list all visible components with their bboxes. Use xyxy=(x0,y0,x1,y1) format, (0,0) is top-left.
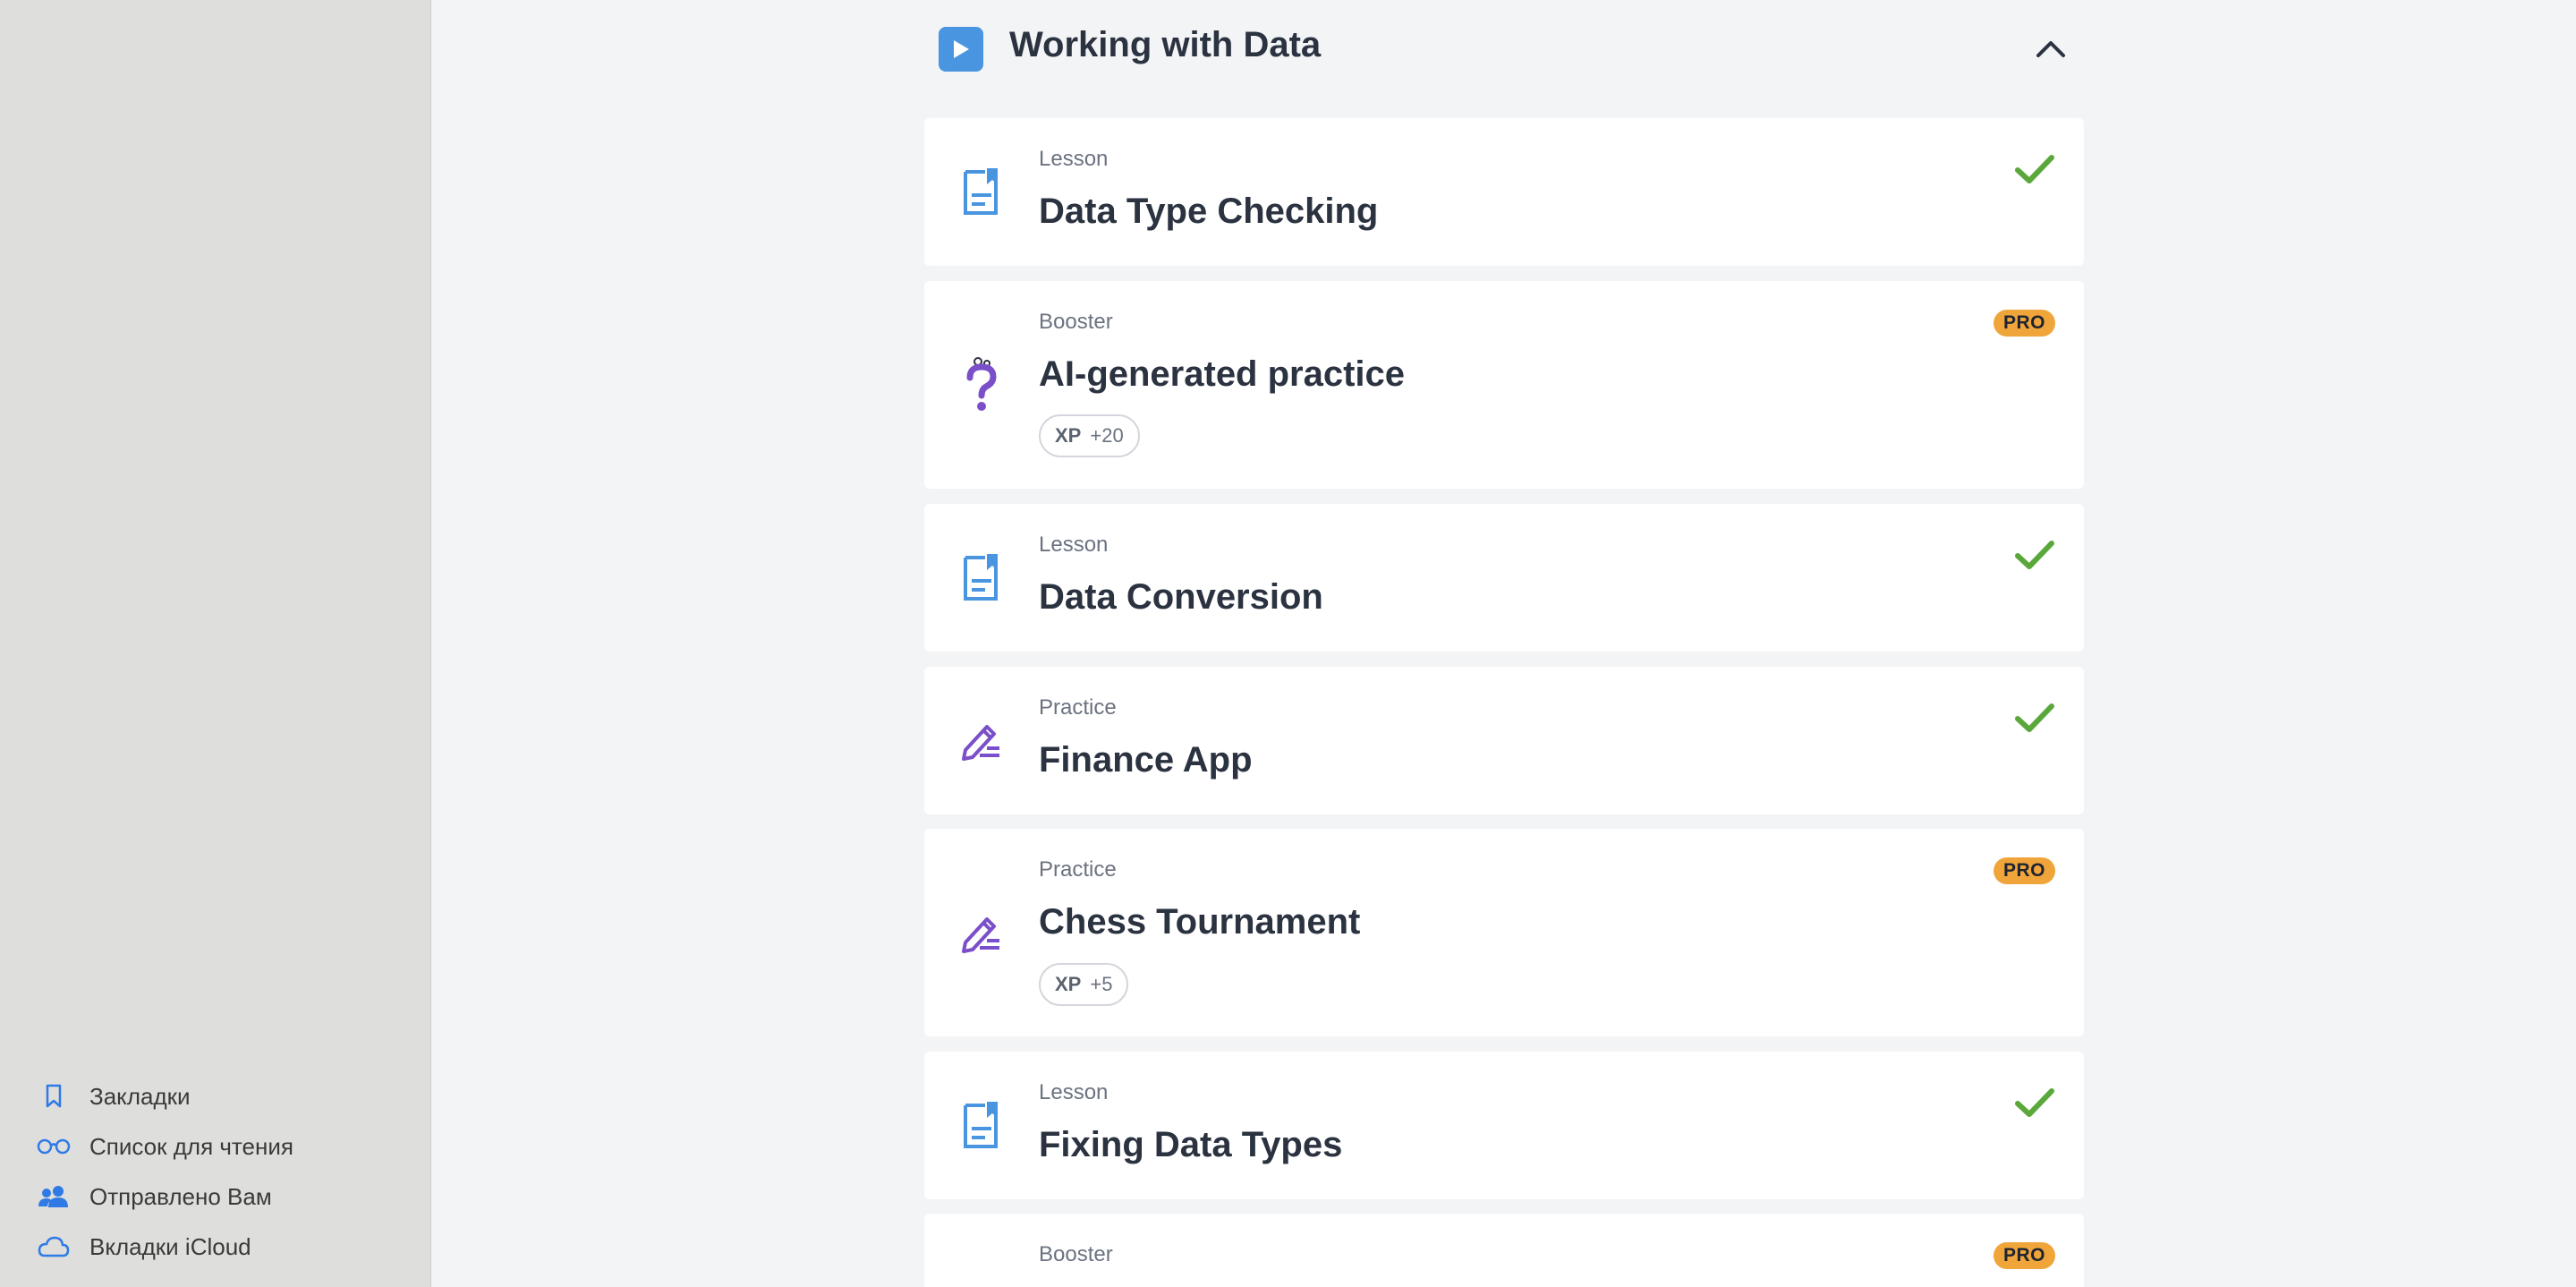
list-item-booster[interactable]: Booster AI-generated practice PRO XP +20 xyxy=(924,281,2084,489)
safari-sidebar: Закладки Список для чтения Отправлено Ва… xyxy=(0,0,431,1287)
card-type: Practice xyxy=(1039,857,1117,882)
list-item-lesson[interactable]: Lesson Data Conversion xyxy=(924,504,2084,652)
pencil-icon xyxy=(958,904,1005,961)
bookmark-icon xyxy=(36,1082,72,1111)
card-type: Booster xyxy=(1039,1242,1113,1266)
lesson-doc-icon xyxy=(958,1096,1005,1154)
xp-value: +5 xyxy=(1090,973,1113,995)
sidebar-list: Закладки Список для чтения Отправлено Ва… xyxy=(36,1071,293,1272)
xp-label: XP xyxy=(1055,424,1082,447)
sidebar-item-reading-list[interactable]: Список для чтения xyxy=(36,1121,293,1172)
lesson-doc-icon xyxy=(958,163,1005,220)
card-title: Data Conversion xyxy=(1039,577,1323,617)
sidebar-item-label: Список для чтения xyxy=(89,1132,293,1160)
reading-list-icon xyxy=(36,1132,72,1161)
sidebar-item-label: Вкладки iCloud xyxy=(89,1232,251,1260)
card-title: Finance App xyxy=(1039,740,1253,780)
checkmark-icon xyxy=(2015,703,2054,732)
pro-badge: PRO xyxy=(1993,310,2055,337)
card-type: Lesson xyxy=(1039,1080,1109,1104)
list-item-practice[interactable]: Practice Chess Tournament PRO XP +5 xyxy=(924,829,2084,1036)
checkmark-icon xyxy=(2015,1088,2054,1117)
xp-badge: XP +5 xyxy=(1039,963,1129,1006)
collapse-button[interactable] xyxy=(2029,30,2072,66)
xp-badge: XP +20 xyxy=(1039,414,1140,457)
sidebar-item-bookmarks[interactable]: Закладки xyxy=(36,1071,293,1121)
question-mark-icon xyxy=(958,356,1005,413)
card-title: Chess Tournament xyxy=(1039,902,1361,942)
card-title: Fixing Data Types xyxy=(1039,1125,1343,1164)
card-type: Lesson xyxy=(1039,147,1109,171)
card-type: Booster xyxy=(1039,310,1113,334)
icloud-icon xyxy=(36,1232,72,1261)
chevron-up-icon xyxy=(2036,41,2065,57)
sidebar-item-label: Закладки xyxy=(89,1082,191,1110)
list-item-lesson[interactable]: Lesson Fixing Data Types xyxy=(924,1052,2084,1199)
xp-label: XP xyxy=(1055,973,1082,995)
card-title: AI-generated practice xyxy=(1039,354,1406,394)
card-title: Data Type Checking xyxy=(1039,192,1379,231)
pro-badge: PRO xyxy=(1993,1242,2055,1269)
list-item-practice[interactable]: Practice Finance App xyxy=(924,667,2084,814)
lesson-doc-icon xyxy=(958,549,1005,606)
pro-badge: PRO xyxy=(1993,857,2055,884)
xp-value: +20 xyxy=(1090,424,1124,447)
sidebar-item-icloud-tabs[interactable]: Вкладки iCloud xyxy=(36,1222,293,1272)
play-icon xyxy=(939,27,983,72)
checkmark-icon xyxy=(2015,155,2054,183)
card-type: Lesson xyxy=(1039,533,1109,557)
card-type: Practice xyxy=(1039,695,1117,720)
checkmark-icon xyxy=(2015,541,2054,569)
section-title: Working with Data xyxy=(1009,25,1322,64)
pencil-icon xyxy=(958,712,1005,769)
sidebar-item-label: Отправлено Вам xyxy=(89,1182,272,1210)
shared-with-you-icon xyxy=(36,1182,72,1211)
sidebar-item-shared-with-you[interactable]: Отправлено Вам xyxy=(36,1172,293,1222)
list-item-lesson[interactable]: Lesson Data Type Checking xyxy=(924,118,2084,266)
list-item-booster[interactable]: Booster PRO xyxy=(924,1214,2084,1287)
